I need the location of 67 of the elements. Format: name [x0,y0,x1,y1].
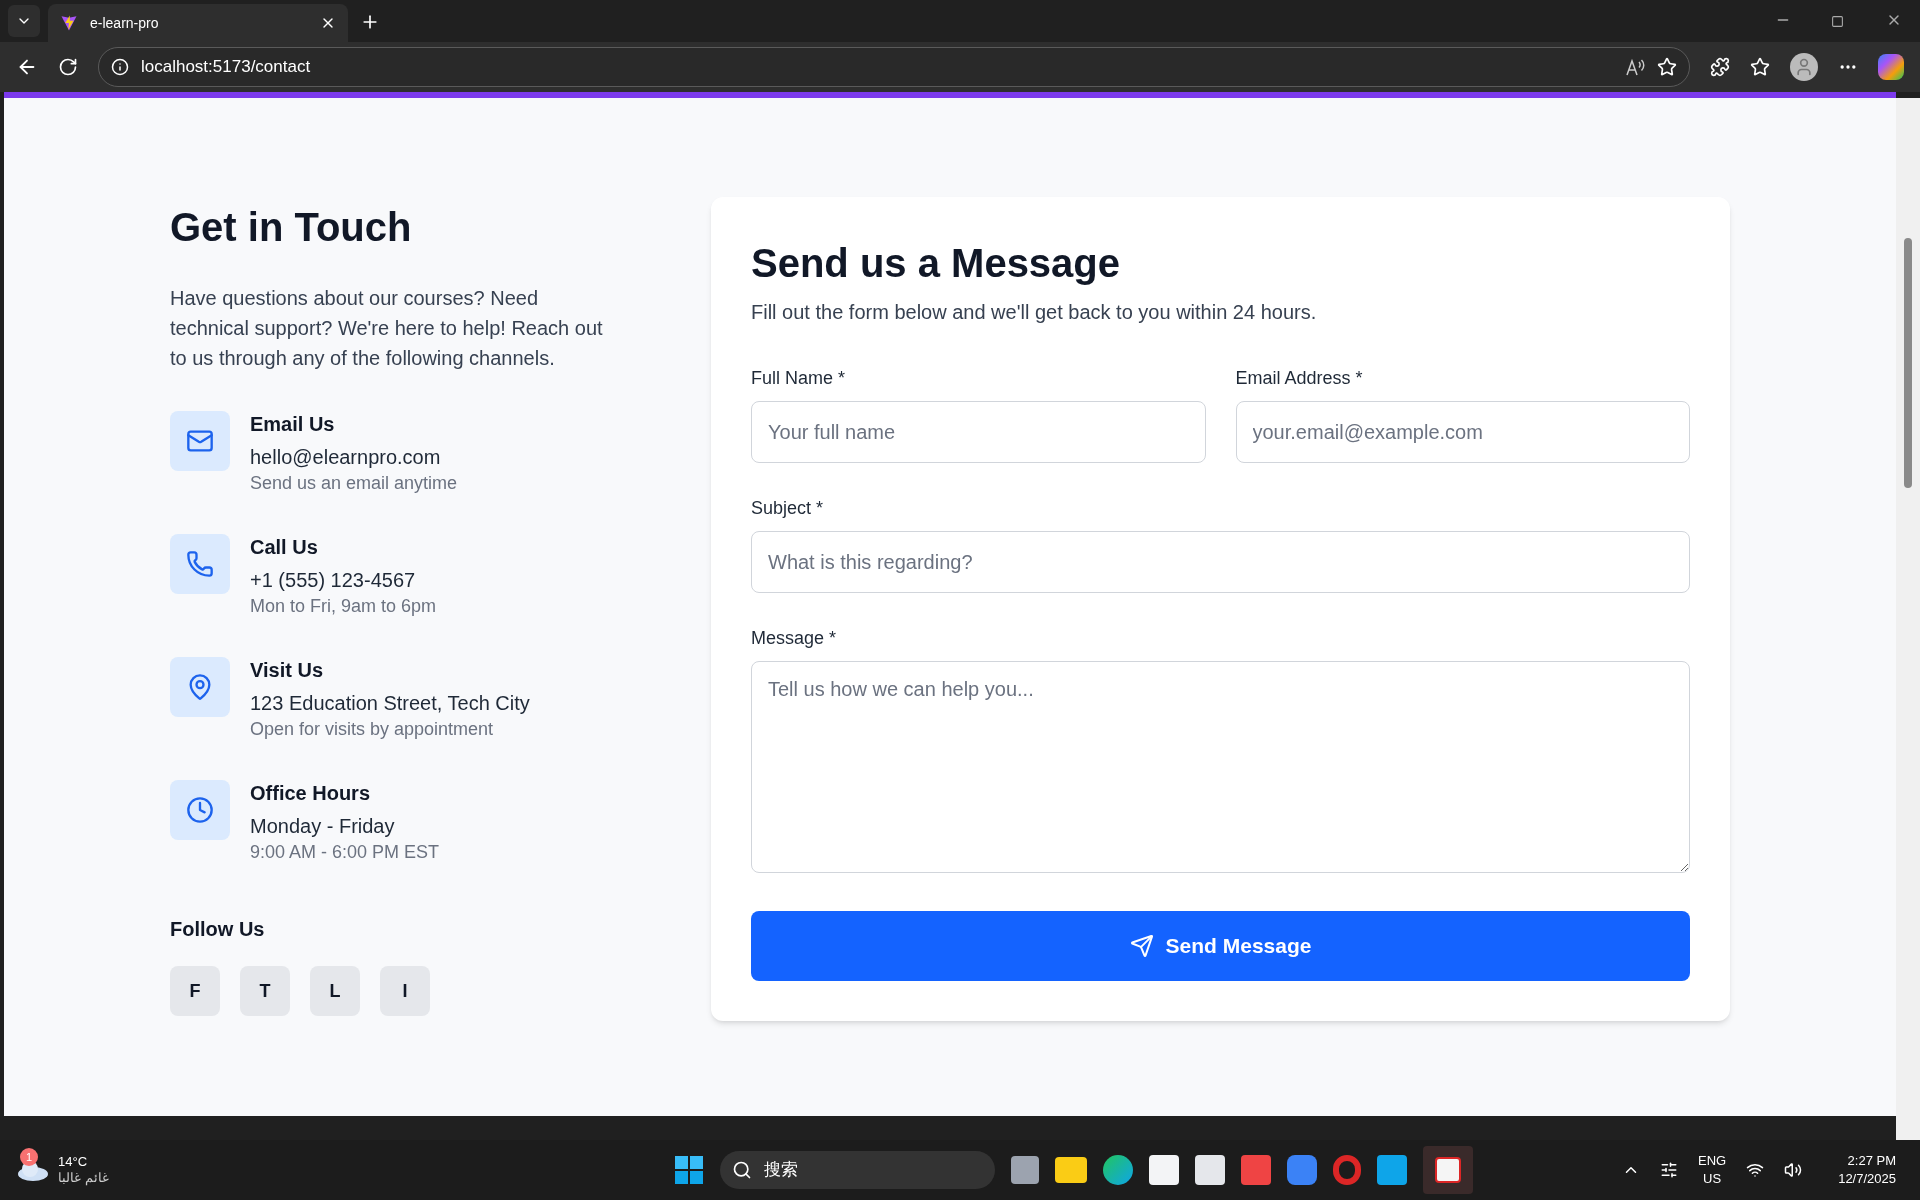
mail-icon [170,411,230,471]
info-icon[interactable] [111,58,129,76]
language-text[interactable]: ENG [1698,1152,1727,1170]
follow-heading: Follow Us [170,917,266,942]
contact-title: Call Us [250,535,319,560]
contact-note: Send us an email anytime [250,472,458,495]
contact-note: Open for visits by appointment [250,718,495,741]
phone-icon [170,534,230,594]
tab-list-button[interactable] [8,5,40,37]
text-field[interactable]: What is this regarding? [751,531,1690,593]
sliders-icon[interactable] [1660,1161,1678,1179]
notification-badge: 1 [20,1148,38,1166]
profile-avatar-icon[interactable] [1790,53,1818,81]
wifi-icon[interactable] [1746,1161,1765,1179]
message-field[interactable]: Tell us how we can help you... [751,661,1690,873]
send-icon [1129,934,1154,958]
text-field[interactable]: your.email@example.com [1235,401,1690,463]
social-button[interactable]: L [310,966,360,1016]
favorite-star-icon[interactable] [1657,57,1677,77]
field-label: Subject * [751,497,825,520]
contact-title: Email Us [250,412,336,437]
clock-time[interactable]: 2:27 PM [1847,1152,1896,1170]
contact-value: 123 Education Street, Tech City [250,691,530,716]
windows-start-icon[interactable] [674,1155,705,1185]
weather-text: غائم غالبا [58,1170,109,1186]
tab-title: e-learn-pro [90,13,160,33]
form-title: Send us a Message [751,240,1122,287]
region-text[interactable]: US [1703,1170,1722,1188]
read-aloud-icon[interactable] [1625,58,1645,76]
contact-value: hello@elearnpro.com [250,445,442,470]
taskbar-search-field[interactable]: 搜索 [720,1151,996,1189]
volume-icon[interactable] [1784,1161,1803,1179]
send-message-button[interactable]: Send Message [751,911,1690,981]
clock-icon [170,780,230,840]
text-field[interactable]: Your full name [751,401,1206,463]
contact-title: Office Hours [250,781,372,806]
reload-icon[interactable] [58,57,78,77]
form-subtitle: Fill out the form below and we'll get back to you within 24 hours. [751,300,1318,325]
app-icon[interactable] [1195,1155,1226,1185]
extensions-icon[interactable] [1710,57,1730,77]
lightning-logo-icon [60,14,78,32]
contact-value: +1 (555) 123-4567 [250,568,417,593]
clock-date[interactable]: 12/7/2025 [1838,1170,1896,1188]
contact-title: Visit Us [250,658,324,683]
field-label: Email Address * [1235,367,1364,390]
search-icon [732,1160,753,1180]
social-button[interactable]: I [380,966,430,1016]
browser-tab[interactable]: e-learn-pro [48,4,348,42]
maximize-icon[interactable] [1831,15,1844,28]
copilot-icon[interactable] [1878,54,1904,80]
weather-temperature: 14°C [58,1154,89,1170]
favorites-icon[interactable] [1750,57,1770,77]
contact-note: Mon to Fri, 9am to 6pm [250,595,437,618]
field-label: Message * [751,627,838,650]
search-placeholder: 搜索 [764,1159,799,1182]
address-bar[interactable]: localhost:5173/contact [98,47,1690,87]
location-pin-icon [170,657,230,717]
field-label: Full Name * [751,367,847,390]
contact-value: Monday - Friday [250,814,396,839]
social-button[interactable]: F [170,966,220,1016]
scrollbar[interactable] [1896,98,1920,1140]
url-text: localhost:5173/contact [141,56,312,79]
social-button[interactable]: T [240,966,290,1016]
contact-note: 9:00 AM - 6:00 PM EST [250,841,440,864]
folder-icon[interactable] [1055,1157,1088,1183]
section-heading: Get in Touch [170,204,413,251]
intro-paragraph: Have questions about our courses? Need technical support? We're here to help! Reach out to us through any of the following channels. [170,286,604,371]
